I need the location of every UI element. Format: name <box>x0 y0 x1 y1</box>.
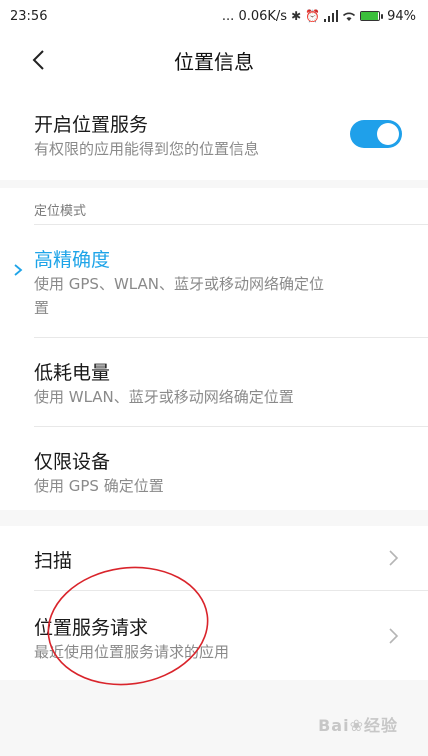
mode-option-battery-saving[interactable]: 低耗电量 使用 WLAN、蓝牙或移动网络确定位置 <box>0 338 428 426</box>
baidu-watermark-logo: Bai❀经验 <box>318 716 398 735</box>
mode-subtitle: 使用 GPS 确定位置 <box>34 477 164 495</box>
header: 位置信息 <box>0 32 428 88</box>
location-mode-section: 定位模式 高精确度 使用 GPS、WLAN、蓝牙或移动网络确定位 置 低耗电量 … <box>0 188 428 510</box>
location-service-row[interactable]: 开启位置服务 有权限的应用能得到您的位置信息 <box>0 88 428 180</box>
status-bar: 23:56 ... 0.06K/s ✱ ⏰ 94% <box>0 0 428 32</box>
chevron-right-icon <box>389 628 399 644</box>
requests-title: 位置服务请求 <box>34 617 149 639</box>
mode-subtitle-line1: 使用 GPS、WLAN、蓝牙或移动网络确定位 <box>34 275 324 293</box>
scan-row[interactable]: 扫描 <box>0 526 428 590</box>
location-service-title: 开启位置服务 <box>34 114 149 136</box>
alarm-off-icon: ⏰ <box>305 9 321 23</box>
mode-option-high-accuracy[interactable]: 高精确度 使用 GPS、WLAN、蓝牙或移动网络确定位 置 <box>0 225 428 337</box>
signal-icon <box>324 10 339 22</box>
battery-icon <box>360 11 384 21</box>
battery-percent: 94% <box>387 8 416 24</box>
location-service-toggle[interactable] <box>350 120 402 148</box>
network-speed: ... 0.06K/s <box>221 8 288 24</box>
page-title: 位置信息 <box>174 50 254 74</box>
mode-subtitle: 使用 WLAN、蓝牙或移动网络确定位置 <box>34 388 294 406</box>
section-label-mode: 定位模式 <box>34 204 87 219</box>
other-section: 扫描 位置服务请求 最近使用位置服务请求的应用 <box>0 526 428 680</box>
toggle-knob <box>377 123 399 145</box>
scan-title: 扫描 <box>34 550 73 572</box>
location-requests-row[interactable]: 位置服务请求 最近使用位置服务请求的应用 <box>0 591 428 680</box>
location-service-subtitle: 有权限的应用能得到您的位置信息 <box>34 140 260 158</box>
status-icons: ... 0.06K/s ✱ ⏰ 94% <box>222 9 416 24</box>
mode-option-device-only[interactable]: 仅限设备 使用 GPS 确定位置 <box>0 427 428 510</box>
status-time: 23:56 <box>10 8 48 24</box>
requests-subtitle: 最近使用位置服务请求的应用 <box>34 643 230 661</box>
mode-subtitle-line2: 置 <box>34 299 50 317</box>
wifi-icon <box>343 12 356 21</box>
chevron-right-icon <box>389 550 399 566</box>
mode-title: 低耗电量 <box>34 362 111 384</box>
mode-title: 高精确度 <box>34 249 111 271</box>
bluetooth-icon: ✱ <box>291 9 302 23</box>
mode-title: 仅限设备 <box>34 451 111 473</box>
chevron-right-selected-icon <box>14 264 23 276</box>
